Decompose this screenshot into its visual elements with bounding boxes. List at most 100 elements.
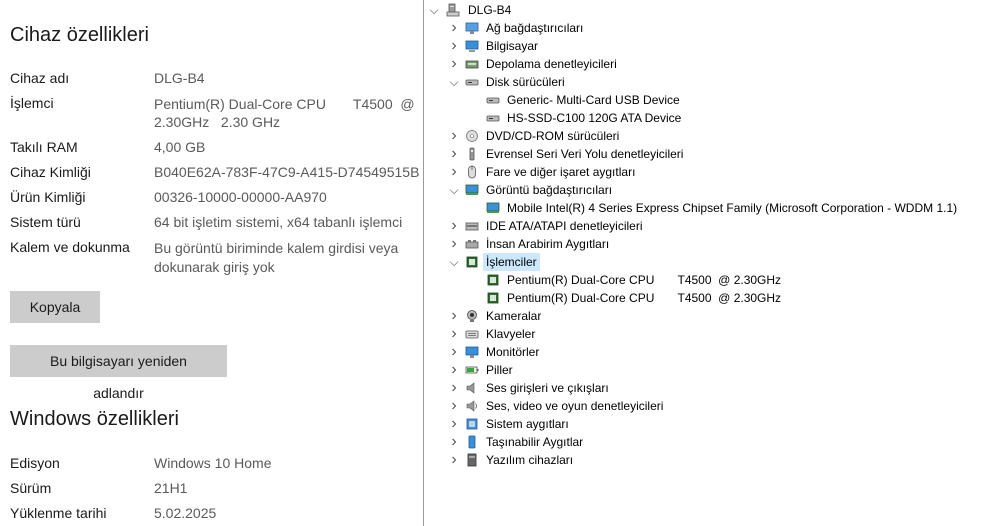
spec-label-processor: İşlemci xyxy=(10,95,54,111)
processor-icon xyxy=(466,256,478,268)
tree-category-item[interactable]: › İnsan Arabirim Aygıtları xyxy=(424,235,984,253)
chevron-right-icon[interactable]: › xyxy=(449,415,459,433)
tree-item-label: Yazılım cihazları xyxy=(486,453,574,467)
spec-value-device-id: B040E62A-783F-47C9-A415-D74549515BF1 xyxy=(154,164,420,180)
tree-category-item[interactable]: › Ses girişleri ve çıkışları xyxy=(424,379,984,397)
tree-category-item[interactable]: › Monitörler xyxy=(424,343,984,361)
chevron-right-icon[interactable]: › xyxy=(449,37,459,55)
tree-category-item[interactable]: › Taşınabilir Aygıtlar xyxy=(424,433,984,451)
spec-value-system-type: 64 bit işletim sistemi, x64 tabanlı işle… xyxy=(154,214,403,230)
tree-device-item[interactable]: HS-SSD-C100 120G ATA Device xyxy=(424,109,984,127)
display-adapter-icon xyxy=(486,202,500,213)
chevron-right-icon[interactable]: › xyxy=(449,19,459,37)
disk-drive-icon xyxy=(486,97,500,104)
spec-label-install-date: Yüklenme tarihi xyxy=(10,505,107,521)
tree-root[interactable]: ⌵ DLG-B4 xyxy=(424,1,984,19)
chevron-down-icon[interactable]: ⌵ xyxy=(429,1,439,19)
chevron-right-icon[interactable]: › xyxy=(449,55,459,73)
tree-item-label: Ses, video ve oyun denetleyicileri xyxy=(486,399,664,413)
tree-category-item[interactable]: ⌵ İşlemciler xyxy=(424,253,984,271)
copy-button[interactable]: Kopyala xyxy=(10,291,100,323)
spec-label-device-name: Cihaz adı xyxy=(10,70,70,86)
tree-category-item[interactable]: › Sistem aygıtları xyxy=(424,415,984,433)
tree-device-item[interactable]: Generic- Multi-Card USB Device xyxy=(424,91,984,109)
spec-value-processor-line2: 2.30GHz 2.30 GHz xyxy=(154,114,281,130)
chevron-down-icon[interactable]: ⌵ xyxy=(449,181,459,199)
tree-category-item[interactable]: › Klavyeler xyxy=(424,325,984,343)
chevron-right-icon[interactable]: › xyxy=(449,145,459,163)
keyboard-icon xyxy=(465,330,479,339)
tree-item-label: Ses girişleri ve çıkışları xyxy=(486,381,609,395)
spec-label-device-id: Cihaz Kimliği xyxy=(10,164,91,180)
tree-category-item[interactable]: ⌵ Görüntü bağdaştırıcıları xyxy=(424,181,984,199)
spec-label-edition: Edisyon xyxy=(10,455,60,471)
tree-category-item[interactable]: › Evrensel Seri Veri Yolu denetleyicileri xyxy=(424,145,984,163)
tree-item-label: Ağ bağdaştırıcıları xyxy=(486,21,584,35)
tree-device-item[interactable]: Mobile Intel(R) 4 Series Express Chipset… xyxy=(424,199,984,217)
system-devices-icon xyxy=(466,418,478,430)
ide-controller-icon xyxy=(465,222,479,231)
spec-value-product-id: 00326-10000-00000-AA970 xyxy=(154,189,327,205)
chevron-down-icon[interactable]: ⌵ xyxy=(449,73,459,91)
tree-item-label: Mobile Intel(R) 4 Series Express Chipset… xyxy=(507,201,958,215)
chevron-right-icon[interactable]: › xyxy=(449,433,459,451)
chevron-right-icon[interactable]: › xyxy=(449,379,459,397)
tree-item-label: Klavyeler xyxy=(486,327,536,341)
network-adapter-icon xyxy=(465,22,479,34)
chevron-right-icon[interactable]: › xyxy=(449,217,459,235)
spec-value-pen-touch-line2: dokunarak giriş yok xyxy=(154,259,275,275)
tree-item-label: IDE ATA/ATAPI denetleyicileri xyxy=(486,219,643,233)
spec-value-version: 21H1 xyxy=(154,480,188,496)
tree-category-item[interactable]: ⌵ Disk sürücüleri xyxy=(424,73,984,91)
spec-label-ram: Takılı RAM xyxy=(10,139,78,155)
chevron-right-icon[interactable]: › xyxy=(449,163,459,181)
device-specs-title: Cihaz özellikleri xyxy=(10,24,149,46)
tree-category-item[interactable]: › Depolama denetleyicileri xyxy=(424,55,984,73)
hid-icon xyxy=(465,240,479,249)
spec-label-pen-touch: Kalem ve dokunma xyxy=(10,239,130,255)
rename-pc-button[interactable]: Bu bilgisayarı yeniden adlandır xyxy=(10,345,227,401)
tree-item-label: Piller xyxy=(486,363,513,377)
battery-icon xyxy=(465,366,479,374)
disk-drive-icon xyxy=(465,79,479,86)
tree-category-item[interactable]: › Ağ bağdaştırıcıları xyxy=(424,19,984,37)
monitor-icon xyxy=(465,346,479,358)
tree-category-item[interactable]: › Bilgisayar xyxy=(424,37,984,55)
tree-category-item[interactable]: › Piller xyxy=(424,361,984,379)
tree-category-item[interactable]: › Fare ve diğer işaret aygıtları xyxy=(424,163,984,181)
tree-category-item[interactable]: › Ses, video ve oyun denetleyicileri xyxy=(424,397,984,415)
storage-controller-icon xyxy=(465,60,479,69)
tree-item-label: Fare ve diğer işaret aygıtları xyxy=(486,165,636,179)
tree-item-label: Generic- Multi-Card USB Device xyxy=(507,93,680,107)
tree-item-label: Sistem aygıtları xyxy=(486,417,569,431)
spec-value-install-date: 5.02.2025 xyxy=(154,505,217,521)
tree-device-item[interactable]: Pentium(R) Dual-Core CPU T4500 @ 2.30GHz xyxy=(424,271,984,289)
spec-value-ram: 4,00 GB xyxy=(154,139,206,155)
tree-category-item[interactable]: › Kameralar xyxy=(424,307,984,325)
tree-root-label: DLG-B4 xyxy=(468,3,512,17)
chevron-right-icon[interactable]: › xyxy=(449,127,459,145)
tree-item-label: Kameralar xyxy=(486,309,542,323)
chevron-right-icon[interactable]: › xyxy=(449,235,459,253)
disk-drive-icon xyxy=(486,115,500,122)
tree-category-item[interactable]: › Yazılım cihazları xyxy=(424,451,984,469)
tree-item-label: Depolama denetleyicileri xyxy=(486,57,617,71)
chevron-right-icon[interactable]: › xyxy=(449,397,459,415)
chevron-right-icon[interactable]: › xyxy=(449,451,459,469)
chevron-down-icon[interactable]: ⌵ xyxy=(449,253,459,271)
chevron-right-icon[interactable]: › xyxy=(449,307,459,325)
spec-label-version: Sürüm xyxy=(10,480,52,496)
tree-category-item[interactable]: › IDE ATA/ATAPI denetleyicileri xyxy=(424,217,984,235)
tree-category-item[interactable]: › DVD/CD-ROM sürücüleri xyxy=(424,127,984,145)
computer-root-icon xyxy=(446,3,460,17)
tree-item-label: Taşınabilir Aygıtlar xyxy=(486,435,584,449)
sound-controller-icon xyxy=(466,400,477,412)
tree-item-label: Bilgisayar xyxy=(486,39,539,53)
mouse-icon xyxy=(468,165,476,179)
tree-device-item[interactable]: Pentium(R) Dual-Core CPU T4500 @ 2.30GHz xyxy=(424,289,984,307)
windows-specs-title: Windows özellikleri xyxy=(10,408,179,430)
chevron-right-icon[interactable]: › xyxy=(449,361,459,379)
chevron-right-icon[interactable]: › xyxy=(449,325,459,343)
chevron-right-icon[interactable]: › xyxy=(449,343,459,361)
spec-label-product-id: Ürün Kimliği xyxy=(10,189,86,205)
